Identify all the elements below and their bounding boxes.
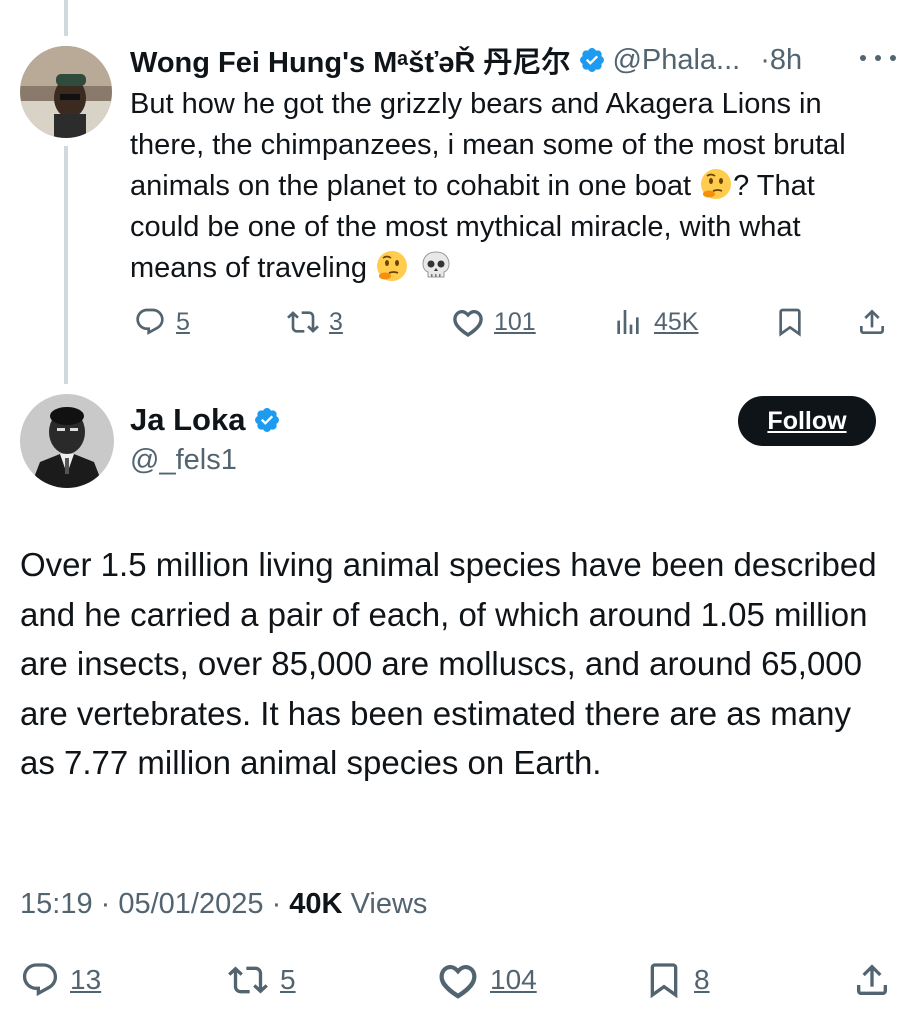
avatar[interactable] <box>20 394 114 488</box>
share-icon <box>857 964 887 995</box>
bookmark-count: 8 <box>694 964 710 995</box>
thread-line <box>64 146 68 384</box>
reply-count: 5 <box>176 307 190 336</box>
reply-text: But how he got the grizzly bears and Aka… <box>130 84 890 289</box>
share-icon <box>860 309 884 334</box>
post-time[interactable]: 15:19 <box>20 888 93 920</box>
display-name[interactable]: Wong Fei Hung's MᵃšťəŘ 丹尼尔 <box>130 39 570 81</box>
avatar[interactable] <box>20 46 112 138</box>
post-date[interactable]: 05/01/2025 <box>118 888 263 920</box>
retweet-count: 5 <box>280 964 296 995</box>
display-name[interactable]: Ja Loka <box>130 402 245 438</box>
timestamp-line: 15:19 · 05/01/2025 · 40K Views <box>20 888 428 920</box>
like-action[interactable]: 104 <box>436 960 537 1000</box>
skull-emoji-icon <box>419 249 453 283</box>
retweet-action[interactable]: 3 <box>287 306 343 338</box>
reply-action[interactable]: 5 <box>134 306 190 338</box>
like-action[interactable]: 101 <box>452 306 536 338</box>
views-count: 45K <box>654 307 699 336</box>
follow-button[interactable]: Follow <box>738 396 876 446</box>
views-action[interactable]: 45K <box>612 306 698 338</box>
tweet-text: Over 1.5 million living animal species h… <box>20 546 877 781</box>
like-count: 104 <box>490 964 537 995</box>
views-count: 40K <box>289 888 343 920</box>
main-author: Ja Loka <box>130 402 287 438</box>
heart-icon <box>453 309 483 337</box>
post-time[interactable]: ·8h <box>760 44 802 77</box>
thinking-face-emoji-icon <box>699 167 733 201</box>
retweet-action[interactable]: 5 <box>226 960 296 1000</box>
reply-icon <box>136 308 164 335</box>
more-options-icon[interactable] <box>860 46 896 70</box>
views-label: Views <box>350 888 428 920</box>
thinking-face-emoji-icon <box>375 249 409 283</box>
share-action[interactable] <box>856 306 888 338</box>
thread-line-top <box>64 0 68 36</box>
share-action[interactable] <box>852 960 892 1000</box>
like-count: 101 <box>494 307 536 336</box>
handle[interactable]: @_fels1 <box>130 444 237 477</box>
verified-badge-icon <box>253 406 281 434</box>
reply-action[interactable]: 13 <box>20 960 101 1000</box>
reply-count: 13 <box>70 964 102 995</box>
handle[interactable]: @Phala... <box>612 44 740 77</box>
bookmark-icon <box>779 308 801 337</box>
verified-badge-icon <box>578 46 606 74</box>
retweet-icon <box>287 311 319 333</box>
heart-icon <box>439 964 477 999</box>
bookmark-action[interactable]: 8 <box>644 960 710 1000</box>
retweet-count: 3 <box>329 307 343 336</box>
bookmark-action[interactable] <box>774 306 806 338</box>
reply-header: Wong Fei Hung's MᵃšťəŘ 丹尼尔 @Phala... ·8h <box>130 40 900 80</box>
bookmark-icon <box>650 963 678 999</box>
retweet-icon <box>228 966 268 994</box>
views-chart-icon <box>617 310 639 334</box>
reply-icon <box>22 963 58 997</box>
